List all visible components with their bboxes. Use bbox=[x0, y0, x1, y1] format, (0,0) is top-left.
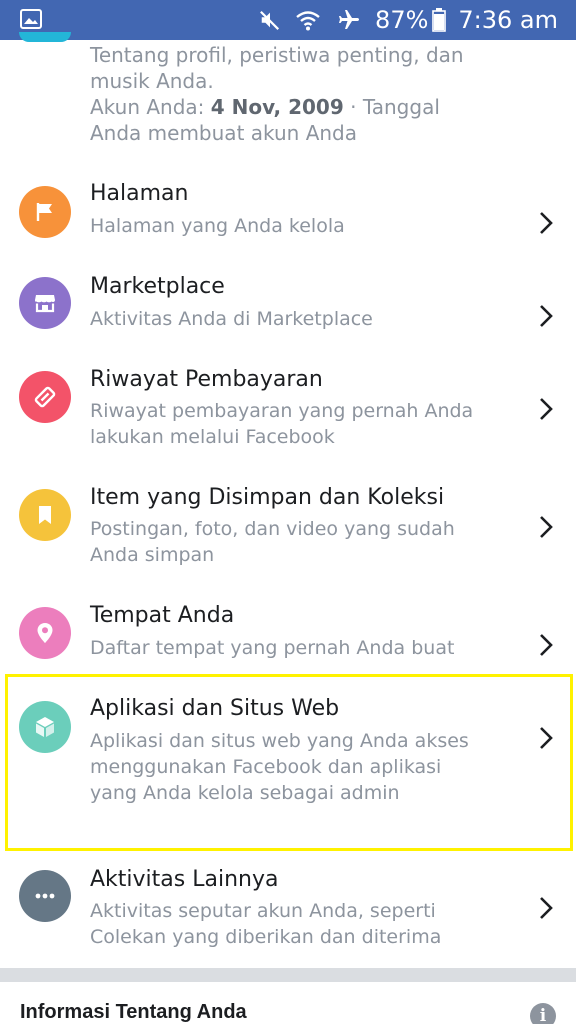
section-header: Informasi Tentang Anda bbox=[20, 1001, 247, 1023]
chevron-right-icon bbox=[540, 634, 553, 656]
item-title: Marketplace bbox=[90, 274, 225, 299]
chevron-right-icon bbox=[540, 212, 553, 234]
profile-info-line: Anda membuat akun Anda bbox=[90, 121, 358, 145]
menu-item-other-activity[interactable]: Aktivitas Lainnya Aktivitas seputar akun… bbox=[0, 856, 576, 966]
item-icon-circle bbox=[19, 277, 71, 329]
item-subtitle: Postingan, foto, dan video yang sudah An… bbox=[90, 518, 455, 566]
chevron-right-icon bbox=[540, 305, 553, 327]
battery-icon bbox=[432, 8, 447, 32]
chevron-right-icon bbox=[540, 398, 553, 420]
item-subtitle: Daftar tempat yang pernah Anda buat bbox=[90, 637, 455, 659]
highlight-box bbox=[5, 674, 573, 851]
bookmark-icon bbox=[39, 506, 51, 524]
item-subtitle: Halaman yang Anda kelola bbox=[90, 215, 345, 237]
item-title: Tempat Anda bbox=[90, 603, 235, 628]
item-title: Riwayat Pembayaran bbox=[90, 367, 323, 392]
wifi-icon bbox=[296, 11, 320, 31]
flag-icon bbox=[36, 203, 52, 221]
info-icon[interactable]: i bbox=[530, 1003, 556, 1024]
shop-icon bbox=[35, 295, 55, 313]
section-divider bbox=[0, 968, 576, 982]
item-subtitle: Aktivitas Anda di Marketplace bbox=[90, 308, 373, 330]
item-title: Halaman bbox=[90, 181, 189, 206]
menu-item-marketplace[interactable]: Marketplace Aktivitas Anda di Marketplac… bbox=[0, 262, 576, 354]
item-icon-circle bbox=[19, 870, 71, 922]
item-title: Item yang Disimpan dan Koleksi bbox=[90, 485, 445, 510]
status-bar: 87% 7:36 am bbox=[0, 0, 576, 40]
profile-info-icon bbox=[19, 32, 71, 42]
mute-icon bbox=[260, 10, 280, 30]
menu-item-saved-collections[interactable]: Item yang Disimpan dan Koleksi Postingan… bbox=[0, 474, 576, 592]
location-pin-icon bbox=[37, 623, 53, 643]
airplane-mode-icon bbox=[339, 10, 360, 29]
account-created-date: 4 Nov, 2009 bbox=[210, 95, 344, 119]
chevron-right-icon bbox=[540, 516, 553, 538]
item-subtitle: Aktivitas seputar akun Anda, seperti Col… bbox=[90, 900, 442, 948]
item-icon-circle bbox=[19, 607, 71, 659]
item-icon-circle bbox=[19, 489, 71, 541]
battery-percent: 87% bbox=[375, 6, 429, 34]
gallery-icon bbox=[20, 9, 42, 29]
profile-info-line: musik Anda. bbox=[90, 69, 214, 93]
item-icon-circle bbox=[19, 371, 71, 423]
profile-info-line: Tentang profil, peristiwa penting, dan bbox=[90, 43, 464, 67]
item-title: Aktivitas Lainnya bbox=[90, 867, 279, 892]
item-subtitle: Riwayat pembayaran yang pernah Anda laku… bbox=[90, 400, 474, 448]
clock: 7:36 am bbox=[458, 6, 558, 34]
profile-info-description: Tentang profil, peristiwa penting, dan m… bbox=[90, 42, 530, 146]
menu-item-your-places[interactable]: Tempat Anda Daftar tempat yang pernah An… bbox=[0, 592, 576, 678]
account-created-line: Akun Anda: 4 Nov, 2009 · Tanggal bbox=[90, 95, 440, 119]
more-dots-icon bbox=[35, 893, 55, 899]
chevron-right-icon bbox=[540, 897, 553, 919]
menu-item-payment-history[interactable]: Riwayat Pembayaran Riwayat pembayaran ya… bbox=[0, 354, 576, 474]
item-icon-circle bbox=[19, 186, 71, 238]
menu-item-pages[interactable]: Halaman Halaman yang Anda kelola bbox=[0, 168, 576, 262]
tag-icon bbox=[34, 386, 56, 408]
